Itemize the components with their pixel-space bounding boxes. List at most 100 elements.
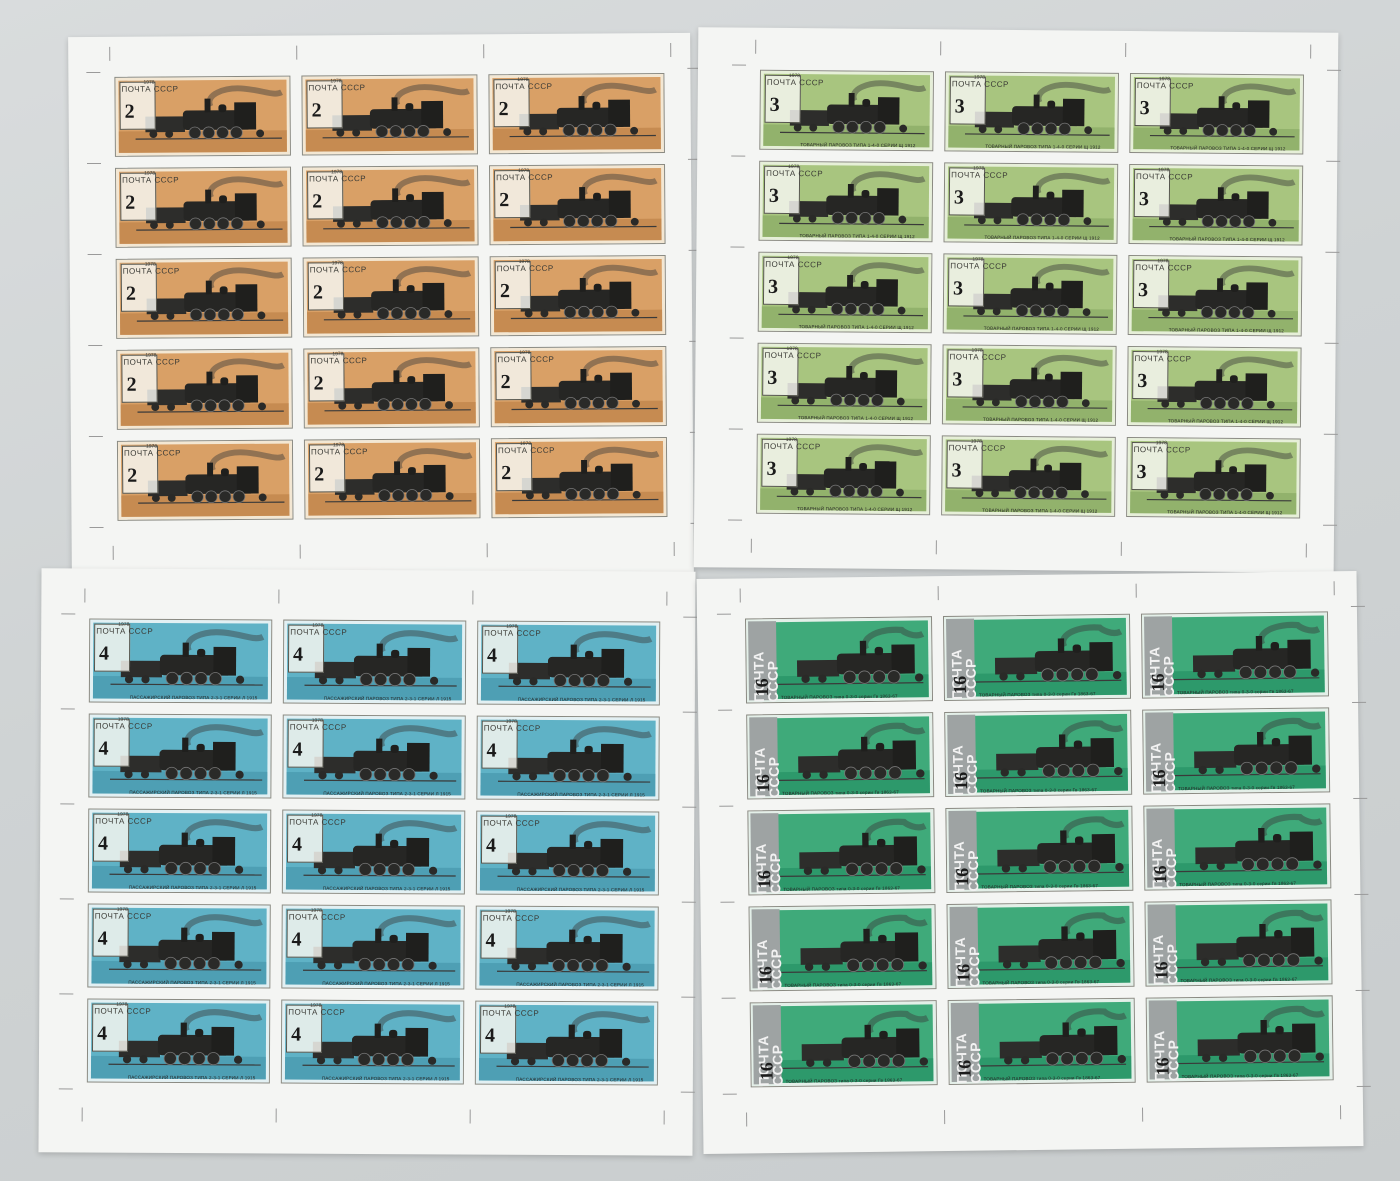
stamp-caption: ПАССАЖИРСКИЙ ПАРОВОЗ ТИПА 2-3-1 СЕРИИ Л … (517, 696, 646, 703)
stamp-value: 3 (954, 95, 965, 118)
stamp-value: 3 (767, 366, 778, 389)
stamp-value: 4 (291, 1023, 302, 1046)
stamp-caption: ТОВАРНЫЙ ПАРОВОЗ ТИПА 1-4-0 СЕРИИ Щ 1912 (1170, 145, 1286, 152)
stamp-country: ПОЧТА СССР (95, 721, 153, 731)
stamp-country: ПОЧТА СССР (482, 913, 540, 923)
stamp: ПОЧТА СССР 16 ТОВАРНЫЙ ПАРОВОЗ типа 0-3-0 … (1145, 995, 1334, 1083)
perforation-guide-mark (665, 591, 667, 606)
stamp-year: 1978 (1155, 440, 1167, 447)
stamp-caption: ТОВАРНЫЙ ПАРОВОЗ ТИПА 1-4-0 СЕРИИ Щ 1912 (1168, 327, 1285, 334)
stamp-year: 1978 (505, 813, 517, 820)
stamp-value: 3 (953, 277, 964, 300)
perforation-guide-mark (937, 586, 939, 601)
stamp: ПОЧТА СССР 1978 3 ТОВАРНЫЙ ПАРОВОЗ ТИПА 1-4… (1129, 72, 1304, 155)
stamp: ПОЧТА СССР 1978 2 (116, 439, 294, 521)
perforation-guide-mark (87, 253, 102, 255)
stamp: ПОЧТА СССР 1978 4 ПАССАЖИРСКИЙ ПАРОВОЗ ТИПА… (87, 903, 271, 989)
stamp-country: ПОЧТА СССР (951, 170, 1009, 180)
stamp-value: 16 (949, 675, 970, 694)
perforation-guide-mark (722, 1093, 737, 1095)
stamp: ПОЧТА СССР 16 ТОВАРНЫЙ ПАРОВОЗ типа 0-3-0 … (749, 1000, 938, 1088)
stamp-caption: ПАССАЖИРСКИЙ ПАРОВОЗ ТИПА 2-3-1 СЕРИИ Л … (128, 979, 257, 986)
stamp-year: 1978 (973, 165, 985, 172)
stamp-caption: ТОВАРНЫЙ ПАРОВОЗ ТИПА 1-4-0 СЕРИИ Щ 1912 (800, 142, 916, 149)
stamp-value: 16 (1151, 961, 1172, 980)
stamp-value: 16 (752, 774, 774, 793)
stamp-value: 3 (768, 275, 779, 298)
stamp-value: 3 (952, 368, 963, 391)
stamp-caption: ТОВАРНЫЙ ПАРОВОЗ ТИПА 1-4-0 СЕРИИ Щ 1912 (982, 416, 1099, 423)
stamp-caption: ПАССАЖИРСКИЙ ПАРОВОЗ ТИПА 2-3-1 СЕРИИ Л … (322, 885, 451, 892)
stamp-country: ПОЧТА СССР (483, 723, 541, 733)
stamp-country: ПОЧТА СССР (482, 1008, 540, 1018)
perforation-guide-mark (718, 709, 733, 711)
stamp: ПОЧТА СССР 1978 2 (115, 257, 293, 339)
stamp: ПОЧТА СССР 1978 4 ПАССАЖИРСКИЙ ПАРОВОЗ ТИПА… (282, 619, 467, 705)
stamp-year: 1978 (1156, 349, 1168, 356)
stamp-country: ПОЧТА СССР (95, 816, 153, 826)
perforation-guide-mark (277, 589, 279, 604)
stamp-country: ПОЧТА СССР (950, 261, 1008, 271)
stamp-year: 1978 (1157, 258, 1169, 265)
stamp-value: 16 (1147, 673, 1168, 692)
stamp: ПОЧТА СССР 1978 4 ПАССАЖИРСКИЙ ПАРОВОЗ ТИПА… (474, 1000, 659, 1086)
perforation-guide-mark (112, 545, 114, 560)
stamp-country: ПОЧТА СССР (289, 817, 347, 827)
stamp: ПОЧТА СССР 1978 2 (489, 164, 666, 246)
stamp-year: 1978 (331, 260, 343, 267)
stamp: ПОЧТА СССР 16 ТОВАРНЫЙ ПАРОВОЗ типа 0-3-0 … (1142, 707, 1331, 795)
stamp-caption: ТОВАРНЫЙ ПАРОВОЗ ТИПА 1-4-0 СЕРИИ Щ 1912 (985, 143, 1101, 150)
stamp-year: 1978 (116, 906, 128, 913)
stamp-value: 2 (125, 282, 136, 305)
stamp-value: 2 (126, 373, 137, 396)
perforation-guide-mark (730, 246, 745, 248)
stamp-caption: ТОВАРНЫЙ ПАРОВОЗ ТИПА 1-4-0 СЕРИИ Щ 1912 (1169, 236, 1285, 243)
stamp-caption: ТОВАРНЫЙ ПАРОВОЗ ТИПА 1-4-0 СЕРИИ Щ 1912 (799, 233, 915, 240)
stamp-year: 1978 (1158, 76, 1171, 83)
stamp-year: 1978 (310, 907, 322, 914)
stamp-country: ПОЧТА СССР (289, 722, 347, 732)
stamp: ПОЧТА СССР 16 ТОВАРНЫЙ ПАРОВОЗ типа 0-3-0 … (1140, 611, 1329, 699)
stamp-year: 1978 (330, 78, 342, 85)
stamp-value: 4 (485, 929, 496, 952)
stamp-caption: ТОВАРНЫЙ ПАРОВОЗ ТИПА 1-4-0 СЕРИИ Щ 1912 (1167, 418, 1284, 425)
stamp: ПОЧТА СССР 1978 2 (490, 346, 667, 428)
perforation-guide-mark (745, 1112, 747, 1127)
stamp-value: 16 (1152, 1057, 1173, 1076)
stamp-grid: ПОЧТА СССР 1978 4 ПАССАЖИРСКИЙ ПАРОВОЗ ТИПА… (86, 618, 661, 1086)
stamp-country: ПОЧТА СССР (123, 357, 181, 367)
stamp-value: 4 (291, 928, 302, 951)
stamp-year: 1978 (117, 716, 129, 723)
stamp: ПОЧТА СССР 1978 2 (488, 73, 665, 155)
stamp-country: ПОЧТА СССР (94, 911, 152, 921)
stamp: ПОЧТА СССР 16 ТОВАРНЫЙ ПАРОВОЗ типа 0-3-0 … (942, 613, 1132, 702)
stamp-caption: ТОВАРНЫЙ ПАРОВОЗ ТИПА 1-4-0 СЕРИИ Щ 1912 (983, 325, 1100, 332)
stamp: ПОЧТА СССР 16 ТОВАРНЫЙ ПАРОВОЗ типа 0-3-0 … (945, 805, 1134, 894)
perforation-guide-mark (482, 44, 484, 59)
perforation-guide-mark (728, 518, 743, 521)
stamp-year: 1978 (518, 167, 530, 175)
perforation-guide-mark (669, 42, 671, 57)
perforation-guide-mark (471, 590, 473, 605)
perforation-guide-mark (1339, 1105, 1341, 1120)
stamp-year: 1978 (786, 345, 798, 353)
perforation-guide-mark (732, 64, 747, 66)
stamp-year: 1978 (517, 76, 529, 84)
stamp-value: 3 (1138, 188, 1149, 211)
stamp-year: 1978 (519, 440, 532, 448)
stamp-value: 3 (951, 459, 962, 482)
stamp-grid: ПОЧТА СССР 1978 2 ПОЧТА СССР 1978 2 ПОЧТА СССР… (114, 73, 668, 521)
stamp-value: 16 (1150, 865, 1171, 884)
stamp-caption: ПАССАЖИРСКИЙ ПАРОВОЗ ТИПА 2-3-1 СЕРИИ Л … (129, 789, 258, 796)
stamp-year: 1978 (143, 79, 155, 86)
stamp-value: 4 (486, 834, 497, 857)
perforation-guide-mark (275, 1108, 277, 1123)
stamp-sheet-3-kopeks: ПОЧТА СССР 1978 3 ТОВАРНЫЙ ПАРОВОЗ ТИПА 1-4… (693, 27, 1342, 573)
perforation-guide-mark (299, 544, 301, 559)
perforation-guide-mark (721, 997, 736, 999)
stamp: ПОЧТА СССР 1978 4 ПАССАЖИРСКИЙ ПАРОВОЗ ТИПА… (476, 715, 660, 801)
stamp-value: 16 (756, 1062, 777, 1081)
stamp-year: 1978 (788, 73, 801, 80)
stamp-country: ПОЧТА СССР (123, 448, 182, 458)
stamp-caption: ТОВАРНЫЙ ПАРОВОЗ ТИПА 1-4-0 СЕРИИ Щ 1912 (797, 415, 914, 422)
